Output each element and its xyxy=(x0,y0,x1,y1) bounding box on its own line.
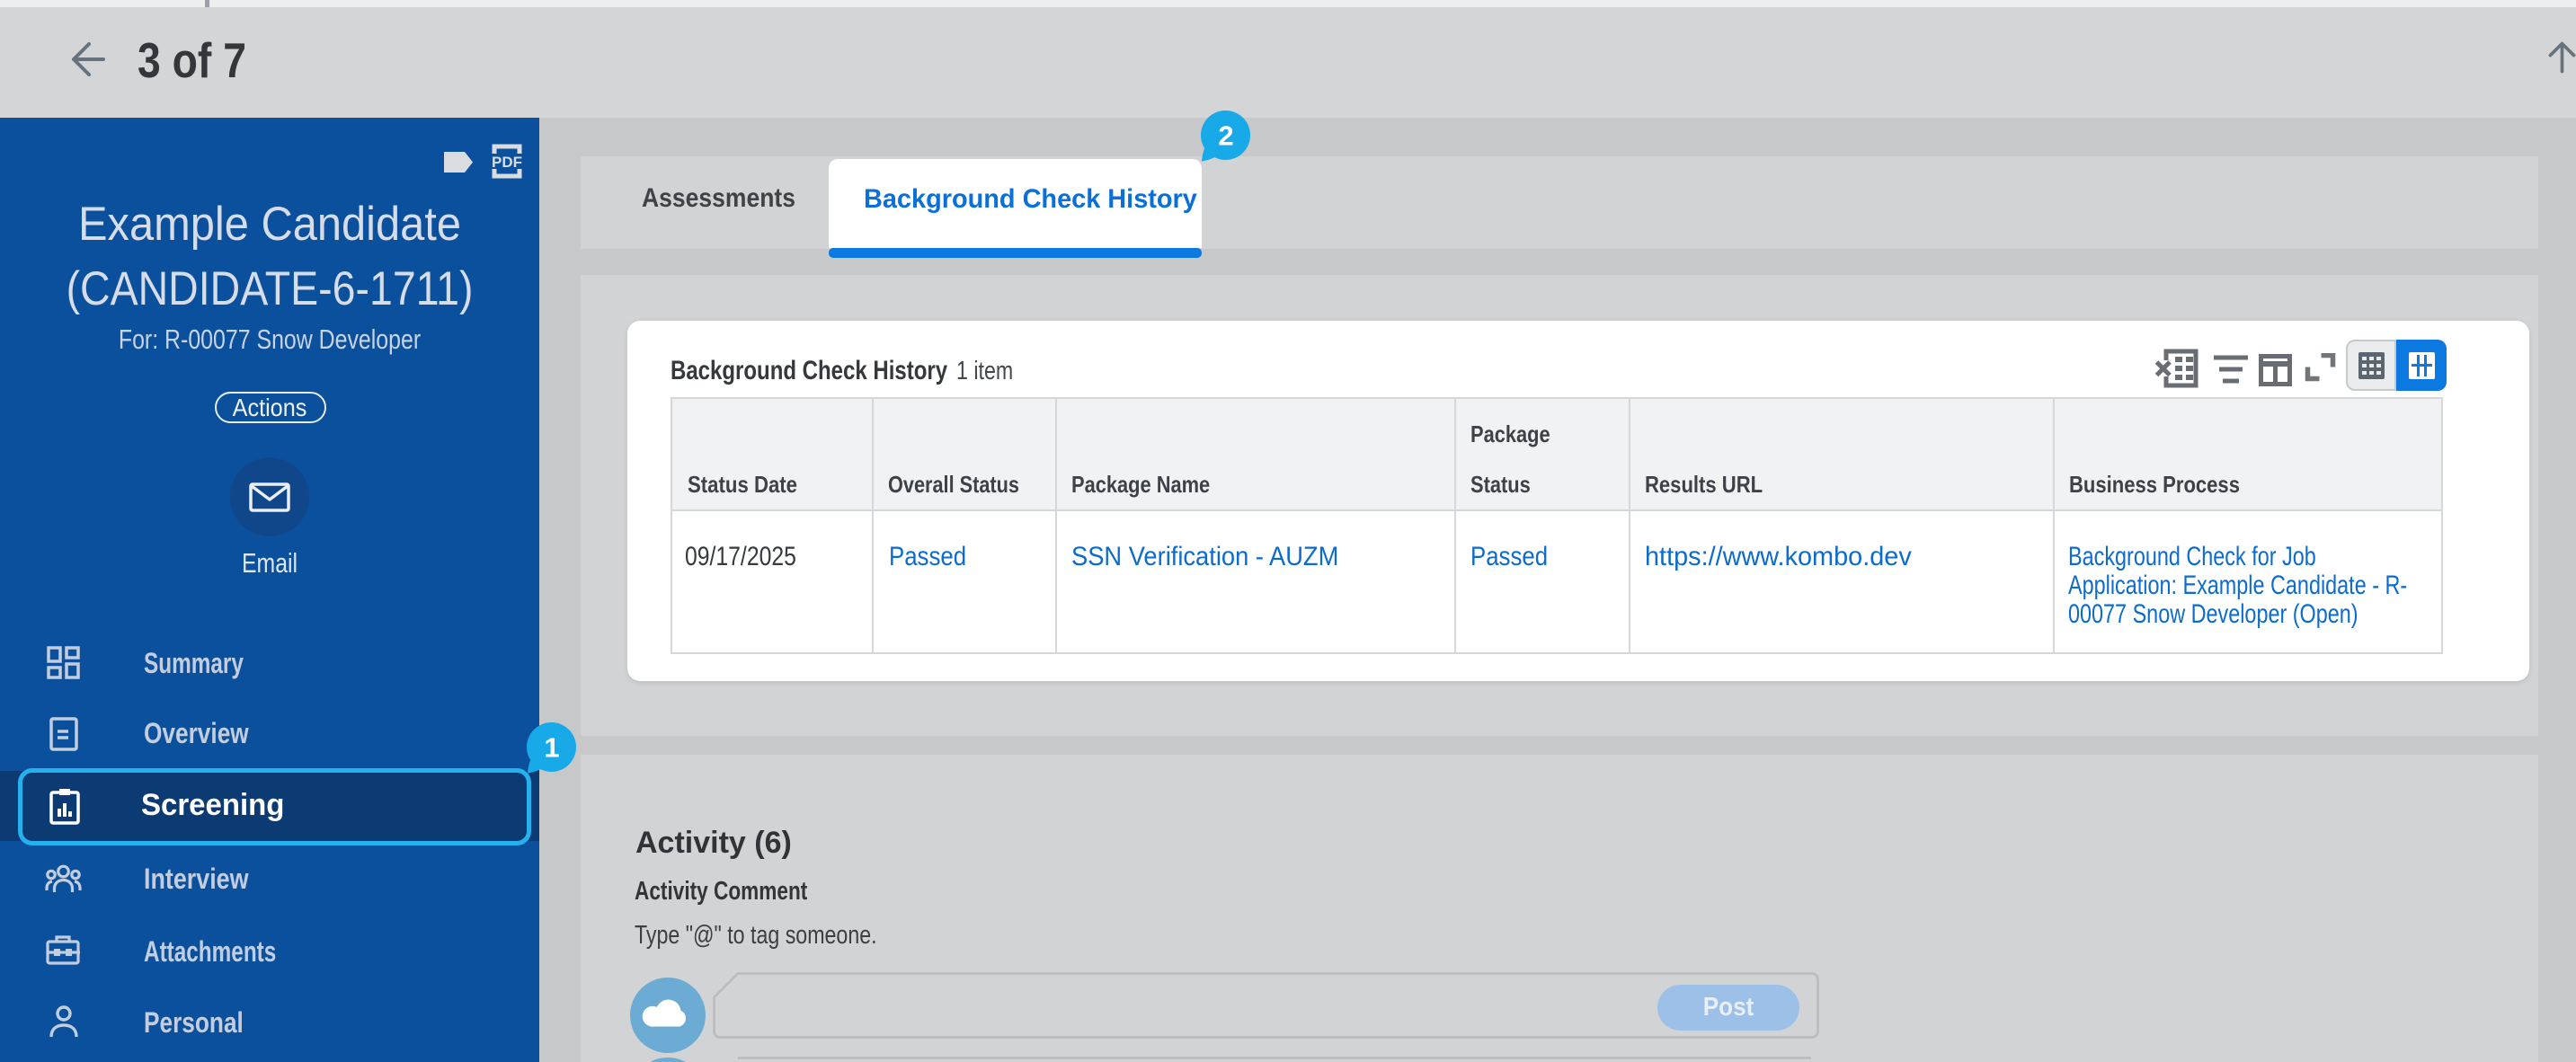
svg-text:1: 1 xyxy=(544,732,559,764)
svg-text:PDF: PDF xyxy=(492,154,522,171)
svg-text:2: 2 xyxy=(1218,120,1233,152)
